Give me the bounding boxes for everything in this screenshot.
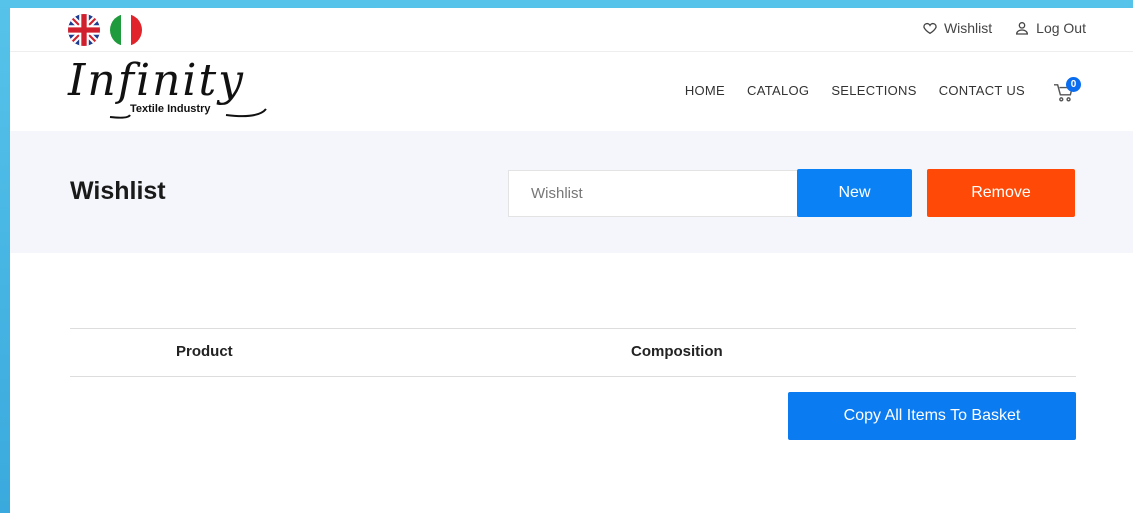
page-title: Wishlist — [70, 177, 166, 205]
site-header: Infinity Textile Industry HOME CATALOG S… — [10, 53, 1133, 131]
cart-button[interactable]: 0 — [1053, 77, 1081, 102]
wishlist-link-label: Wishlist — [943, 20, 993, 36]
logout-link-label: Log Out — [1036, 20, 1086, 36]
italy-flag-icon[interactable] — [110, 14, 142, 46]
wishlist-link[interactable]: Wishlist — [922, 20, 992, 36]
column-header-composition: Composition — [631, 343, 723, 360]
cart-count-badge: 0 — [1066, 77, 1081, 92]
uk-flag-icon[interactable] — [68, 14, 100, 46]
heart-icon — [923, 22, 937, 35]
top-bar: Wishlist Log Out — [10, 8, 1133, 52]
user-icon — [1016, 22, 1029, 35]
nav-catalog[interactable]: CATALOG — [747, 83, 809, 98]
nav-selections[interactable]: SELECTIONS — [831, 83, 916, 98]
logout-link[interactable]: Log Out — [1014, 20, 1086, 36]
new-wishlist-button[interactable]: New — [797, 169, 912, 217]
top-links: Wishlist Log Out — [922, 20, 1086, 36]
wishlist-table: Product Composition — [70, 328, 1076, 377]
nav-contact-us[interactable]: CONTACT US — [939, 83, 1025, 98]
logo[interactable]: Infinity Textile Industry — [68, 59, 268, 121]
remove-wishlist-button[interactable]: Remove — [927, 169, 1075, 217]
column-header-product: Product — [176, 343, 233, 360]
wishlist-name-input[interactable] — [508, 170, 798, 217]
nav-home[interactable]: HOME — [685, 83, 725, 98]
logo-main-text: Infinity — [68, 55, 246, 106]
copy-all-to-basket-button[interactable]: Copy All Items To Basket — [788, 392, 1076, 440]
main-nav: HOME CATALOG SELECTIONS CONTACT US — [685, 83, 1025, 98]
page: Wishlist Log Out Infinity Textile Indust… — [10, 8, 1133, 513]
logo-sub-text: Textile Industry — [130, 103, 211, 115]
wishlist-header-band: Wishlist New Remove — [10, 131, 1133, 253]
